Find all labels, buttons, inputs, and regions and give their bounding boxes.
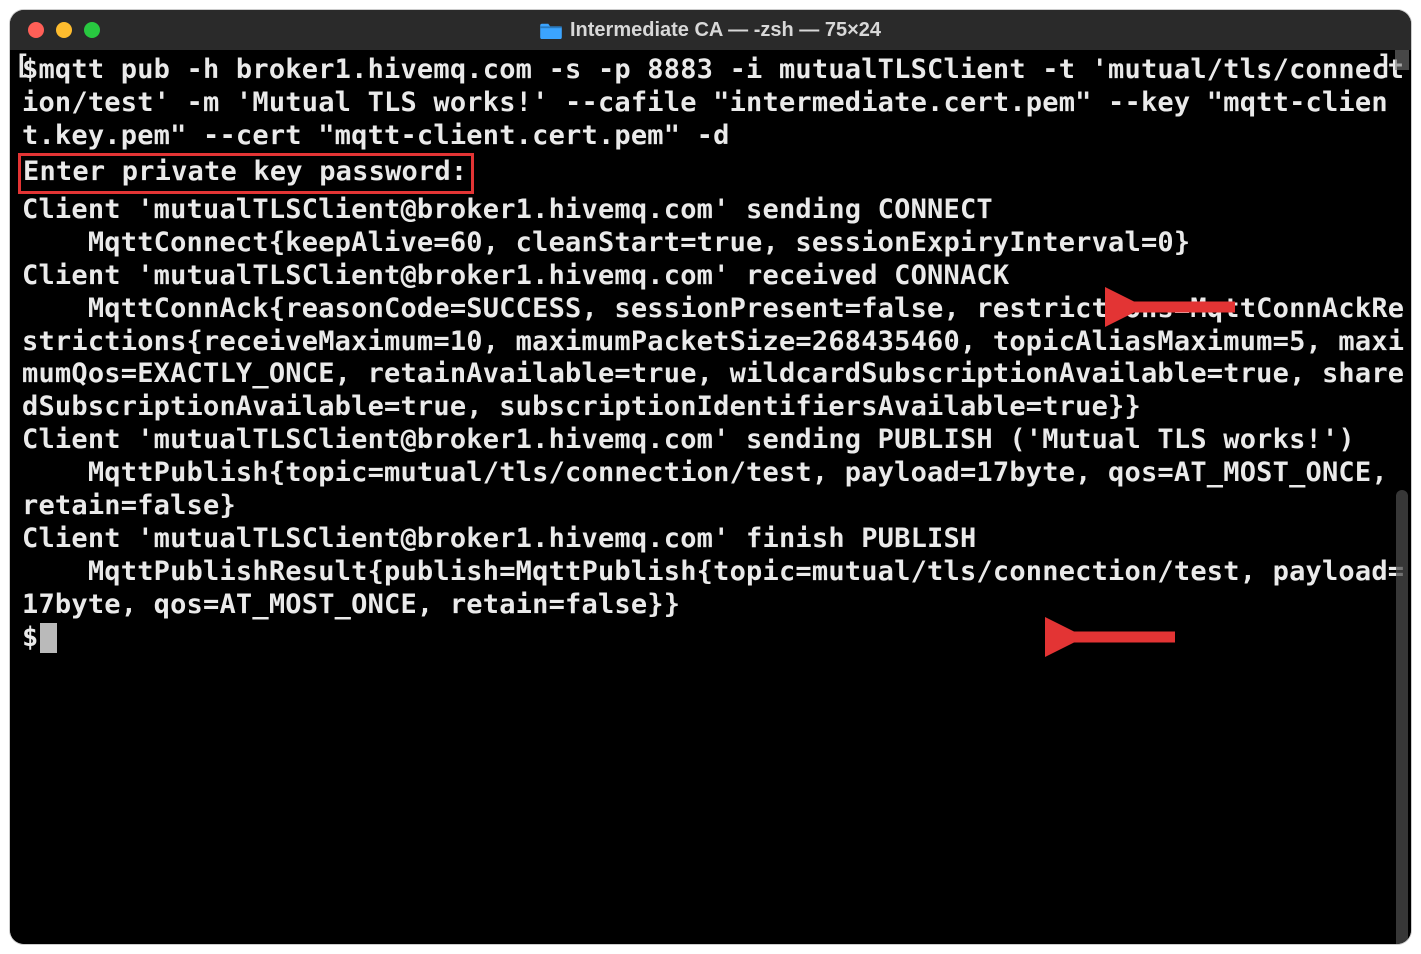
prompt-line[interactable]: $ (22, 622, 1405, 655)
traffic-lights (28, 22, 100, 38)
terminal-line: Enter private key password: (22, 153, 1405, 194)
terminal-line: Client 'mutualTLSClient@broker1.hivemq.c… (22, 194, 1405, 227)
output-bracket-right: ] (1377, 50, 1393, 83)
terminal-line: Client 'mutualTLSClient@broker1.hivemq.c… (22, 260, 1405, 293)
terminal-line: MqttPublishResult{publish=MqttPublish{to… (22, 556, 1405, 622)
cursor (40, 623, 57, 653)
terminal-line: MqttPublish{topic=mutual/tls/connection/… (22, 457, 1405, 523)
close-icon[interactable] (28, 22, 44, 38)
folder-icon (540, 21, 562, 39)
terminal-body[interactable]: [ ] $mqtt pub -h broker1.hivemq.com -s -… (10, 50, 1411, 944)
terminal-line: $mqtt pub -h broker1.hivemq.com -s -p 88… (22, 54, 1405, 153)
terminal-window: Intermediate CA — -zsh — 75×24 [ ] $mqtt… (10, 10, 1411, 944)
prompt-symbol: $ (22, 622, 38, 655)
terminal-output: $mqtt pub -h broker1.hivemq.com -s -p 88… (22, 54, 1405, 622)
output-bracket-left: [ (14, 50, 30, 83)
titlebar[interactable]: Intermediate CA — -zsh — 75×24 (10, 10, 1411, 50)
highlighted-password-prompt: Enter private key password: (18, 153, 474, 194)
terminal-line: Client 'mutualTLSClient@broker1.hivemq.c… (22, 424, 1405, 457)
terminal-line: Client 'mutualTLSClient@broker1.hivemq.c… (22, 523, 1405, 556)
window-title: Intermediate CA — -zsh — 75×24 (570, 19, 881, 42)
zoom-icon[interactable] (84, 22, 100, 38)
window-title-wrap: Intermediate CA — -zsh — 75×24 (10, 19, 1411, 42)
scroll-corner (1395, 50, 1409, 70)
scrollbar[interactable] (1396, 490, 1408, 944)
minimize-icon[interactable] (56, 22, 72, 38)
terminal-line: MqttConnect{keepAlive=60, cleanStart=tru… (22, 227, 1405, 260)
terminal-line: MqttConnAck{reasonCode=SUCCESS, sessionP… (22, 293, 1405, 425)
